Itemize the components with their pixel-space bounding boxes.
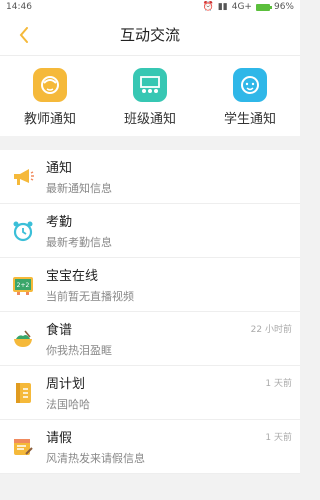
top-bar: 互动交流	[0, 14, 300, 56]
battery-level: 96%	[273, 2, 294, 12]
classroom-icon	[133, 67, 167, 102]
quick-label: 班级通知	[123, 111, 176, 127]
quick-student-notice[interactable]: 学生通知	[205, 67, 295, 127]
svg-text:2+2: 2+2	[17, 282, 30, 289]
list-item-recipe[interactable]: 食谱 你我热泪盈眶 22 小时前	[0, 312, 300, 366]
alarm-clock-icon	[0, 219, 46, 243]
item-title: 请假	[46, 431, 73, 446]
back-button[interactable]	[12, 22, 36, 48]
item-subtitle: 最新通知信息	[46, 182, 112, 195]
alarm-icon: ⏰	[202, 2, 214, 12]
list-item-notice[interactable]: 通知 最新通知信息	[0, 150, 300, 204]
teacher-icon	[33, 67, 67, 102]
student-icon	[233, 67, 267, 102]
item-subtitle: 你我热泪盈眶	[46, 344, 112, 357]
notebook-icon	[0, 381, 46, 405]
quick-actions: 教师通知 班级通知 学生通知	[0, 56, 300, 136]
list-item-baby-online[interactable]: 2+2 宝宝在线 当前暂无直播视频	[0, 258, 300, 312]
signal-icon: ▮▮	[217, 2, 228, 12]
quick-class-notice[interactable]: 班级通知	[105, 67, 195, 127]
quick-label: 教师通知	[23, 111, 76, 127]
leave-note-icon	[0, 436, 46, 458]
status-time: 14:46	[6, 2, 32, 12]
item-subtitle: 法国哈哈	[46, 398, 90, 411]
item-time: 22 小时前	[250, 325, 292, 335]
item-title: 通知	[46, 161, 73, 176]
item-subtitle: 最新考勤信息	[46, 236, 112, 249]
quick-label: 学生通知	[223, 111, 276, 127]
message-list: 通知 最新通知信息 考勤 最新考勤信息 2+2 宝宝在线 当前暂无直播视频 食谱…	[0, 150, 300, 474]
megaphone-icon	[0, 166, 46, 188]
status-indicators: ⏰ ▮▮ 4G+ 96%	[203, 2, 294, 12]
bowl-icon	[0, 328, 46, 350]
status-bar: 14:46 ⏰ ▮▮ 4G+ 96%	[0, 0, 300, 14]
list-item-weekly-plan[interactable]: 周计划 法国哈哈 1 天前	[0, 366, 300, 420]
item-time: 1 天前	[265, 433, 292, 443]
item-time: 1 天前	[265, 379, 292, 389]
list-item-attendance[interactable]: 考勤 最新考勤信息	[0, 204, 300, 258]
item-subtitle: 风清热发来请假信息	[46, 452, 145, 465]
item-title: 周计划	[46, 377, 86, 392]
battery-icon	[255, 3, 272, 11]
tv-icon: 2+2	[0, 274, 46, 296]
section-divider	[0, 136, 300, 150]
page-title: 互动交流	[119, 26, 180, 44]
item-title: 考勤	[46, 215, 73, 230]
list-item-leave[interactable]: 请假 风清热发来请假信息 1 天前	[0, 420, 300, 474]
item-title: 宝宝在线	[46, 269, 99, 284]
network-label: 4G+	[231, 2, 252, 12]
quick-teacher-notice[interactable]: 教师通知	[5, 67, 95, 127]
item-subtitle: 当前暂无直播视频	[46, 290, 134, 303]
chevron-left-icon	[19, 27, 28, 43]
